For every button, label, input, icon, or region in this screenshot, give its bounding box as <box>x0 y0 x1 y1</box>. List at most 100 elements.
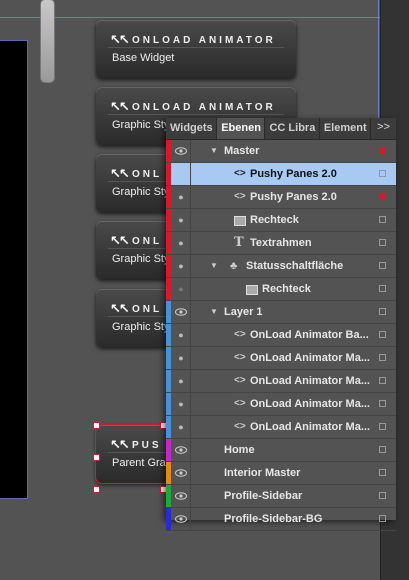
layer-item-row[interactable]: ● <> OnLoad Animator Ma... <box>166 393 396 416</box>
lock-column[interactable] <box>190 439 191 461</box>
visibility-dot-icon[interactable]: ● <box>172 370 190 392</box>
selection-square-icon[interactable] <box>379 331 386 338</box>
tab-cc-libraries[interactable]: CC Libra <box>265 118 320 139</box>
lock-column[interactable] <box>190 370 191 392</box>
layer-item-row[interactable]: ● <> OnLoad Animator Ba... <box>166 324 396 347</box>
selection-square-icon[interactable] <box>379 308 386 315</box>
visibility-dot-icon[interactable]: ● <box>172 209 190 231</box>
lock-column[interactable] <box>190 324 191 346</box>
layer-name: Rechteck <box>262 283 311 295</box>
visibility-dot-icon[interactable] <box>172 163 190 185</box>
tab-ebenen[interactable]: Ebenen <box>217 118 266 139</box>
lock-column[interactable] <box>190 186 191 208</box>
lock-column[interactable] <box>190 301 191 323</box>
eye-icon[interactable] <box>172 462 190 484</box>
layer-name: OnLoad Animator Ma... <box>250 352 370 364</box>
layer-color-stripe <box>166 324 171 346</box>
lock-column[interactable] <box>190 278 191 300</box>
tab-elements[interactable]: Element <box>320 118 372 139</box>
lock-column[interactable] <box>190 462 191 484</box>
visibility-dot-icon[interactable]: ● <box>172 278 190 300</box>
lock-column[interactable] <box>190 485 191 507</box>
lock-column[interactable] <box>190 416 191 438</box>
selection-square-icon[interactable] <box>379 377 386 384</box>
page-frame[interactable] <box>0 40 28 499</box>
onload-animator-logo-icon: ↖↖ <box>110 301 130 317</box>
selection-square-icon[interactable] <box>379 216 386 223</box>
layer-item-row[interactable]: ● <> OnLoad Animator Ma... <box>166 370 396 393</box>
layer-item-row[interactable]: ● <> OnLoad Animator Ma... <box>166 416 396 439</box>
scrollbar-thumb[interactable] <box>41 0 54 82</box>
selection-square-icon[interactable] <box>379 147 386 154</box>
selection-square-icon[interactable] <box>379 492 386 499</box>
eye-icon[interactable] <box>172 301 190 323</box>
layer-color-stripe <box>166 209 171 231</box>
layer-color-stripe <box>166 508 171 530</box>
selection-square-icon[interactable] <box>379 262 386 269</box>
resize-handle[interactable] <box>93 486 100 493</box>
visibility-dot-icon[interactable]: ● <box>172 255 190 277</box>
lock-column[interactable] <box>190 255 191 277</box>
selection-square-icon[interactable] <box>379 193 386 200</box>
layer-item-row[interactable]: ● T Textrahmen <box>166 232 396 255</box>
layer-color-stripe <box>166 163 171 185</box>
disclosure-triangle-icon[interactable]: ▼ <box>210 140 218 162</box>
layer-row[interactable]: Profile-Sidebar <box>166 485 396 508</box>
widget-onload-animator-base[interactable]: ↖↖ ONLOAD ANIMATOR Base Widget <box>96 20 296 78</box>
selection-square-icon[interactable] <box>379 170 386 177</box>
disclosure-triangle-icon[interactable]: ▼ <box>210 255 218 277</box>
resize-handle[interactable] <box>93 422 100 429</box>
layer-row[interactable]: Profile-Sidebar-BG <box>166 508 396 531</box>
selection-square-icon[interactable] <box>379 423 386 430</box>
layer-name: Interior Master <box>224 467 301 479</box>
pushy-logo-icon: ↖↖ <box>110 437 130 453</box>
layer-color-stripe <box>166 393 171 415</box>
eye-icon[interactable] <box>172 485 190 507</box>
selection-square-icon[interactable] <box>379 285 386 292</box>
selection-square-icon[interactable] <box>379 469 386 476</box>
layer-item-row[interactable]: ● Rechteck <box>166 278 396 301</box>
layer-row[interactable]: Interior Master <box>166 462 396 485</box>
widget-subtitle: Graphic Sty <box>112 321 170 333</box>
selection-square-icon[interactable] <box>379 515 386 522</box>
resize-handle[interactable] <box>93 454 100 461</box>
widget-code-icon: <> <box>234 329 246 340</box>
lock-column[interactable] <box>190 232 191 254</box>
layer-row[interactable]: Home <box>166 439 396 462</box>
visibility-dot-icon[interactable]: ● <box>172 416 190 438</box>
layer-item-row[interactable]: ● <> OnLoad Animator Ma... <box>166 347 396 370</box>
panel-menu-chevron-icon[interactable]: >> <box>371 118 396 139</box>
selection-square-icon[interactable] <box>379 239 386 246</box>
layer-item-row[interactable]: ● Rechteck <box>166 209 396 232</box>
lock-column[interactable] <box>190 347 191 369</box>
eye-icon[interactable] <box>172 140 190 162</box>
rectangle-icon <box>246 278 258 303</box>
layers-list: ▼ Master <> Pushy Panes 2.0 ● <> Pushy Panes 2… <box>166 140 396 531</box>
lock-column[interactable] <box>190 209 191 231</box>
eye-icon[interactable] <box>172 439 190 461</box>
selection-square-icon[interactable] <box>379 446 386 453</box>
layer-row[interactable]: ▼ Master <box>166 140 396 163</box>
layer-name: Home <box>224 444 255 456</box>
lock-column[interactable] <box>190 508 191 530</box>
visibility-dot-icon[interactable]: ● <box>172 186 190 208</box>
visibility-dot-icon[interactable]: ● <box>172 347 190 369</box>
lock-column[interactable] <box>190 140 191 162</box>
layer-color-stripe <box>166 462 171 484</box>
layer-row[interactable]: ▼ Layer 1 <box>166 301 396 324</box>
selection-square-icon[interactable] <box>379 354 386 361</box>
layer-color-stripe <box>166 485 171 507</box>
lock-column[interactable] <box>190 163 191 185</box>
disclosure-triangle-icon[interactable]: ▼ <box>210 301 218 323</box>
visibility-dot-icon[interactable]: ● <box>172 393 190 415</box>
tab-widgets[interactable]: Widgets <box>166 118 218 139</box>
layer-item-row[interactable]: ● <> Pushy Panes 2.0 <box>166 186 396 209</box>
eye-icon[interactable] <box>172 508 190 530</box>
visibility-dot-icon[interactable]: ● <box>172 324 190 346</box>
selection-square-icon[interactable] <box>379 400 386 407</box>
lock-column[interactable] <box>190 393 191 415</box>
onload-animator-logo-icon: ↖↖ <box>110 99 130 115</box>
layer-item-row[interactable]: ● ▼ ♣ Statusschaltfläche <box>166 255 396 278</box>
layer-item-row[interactable]: <> Pushy Panes 2.0 <box>166 163 396 186</box>
visibility-dot-icon[interactable]: ● <box>172 232 190 254</box>
